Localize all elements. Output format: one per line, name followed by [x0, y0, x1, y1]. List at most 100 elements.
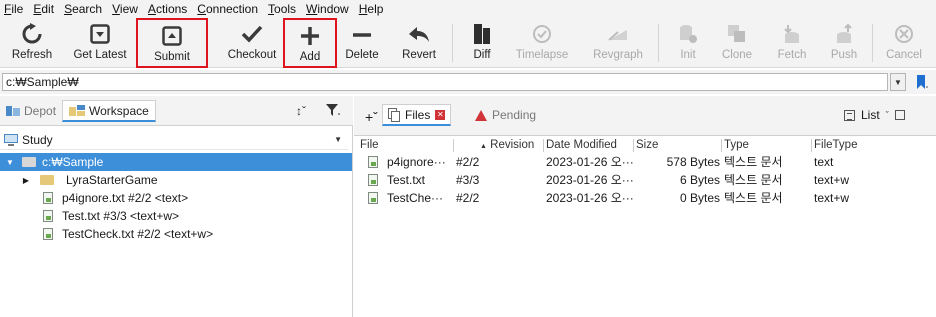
bookmark-icon[interactable] — [916, 75, 928, 89]
tree-file[interactable]: TestCheck.txt #2/2 <text+w> — [0, 225, 352, 243]
expand-arrow-icon[interactable]: ▶ — [20, 176, 32, 185]
tab-depot[interactable]: Depot — [0, 100, 62, 122]
chevron-down-icon: ▼ — [334, 135, 342, 144]
collapse-arrow-icon[interactable]: ▼ — [4, 158, 16, 167]
close-tab-icon[interactable]: ✕ — [435, 109, 446, 120]
clock-icon — [530, 22, 554, 46]
tab-pending[interactable]: Pending — [470, 104, 541, 126]
revgraph-icon — [606, 22, 630, 46]
column-revision[interactable]: ▲ Revision — [454, 139, 544, 152]
folder-icon — [22, 157, 36, 167]
right-panel: +ˇ Files ✕ Pending List ˇ File ▲ Revisio… — [354, 96, 936, 317]
view-mode-button[interactable]: List ˇ — [844, 108, 905, 122]
left-tab-bar: Depot Workspace ↕ˇ — [0, 96, 353, 126]
get-latest-icon — [88, 22, 112, 46]
tree-file[interactable]: Test.txt #3/3 <text+w> — [0, 207, 352, 225]
push-button[interactable]: Push — [822, 18, 866, 68]
path-dropdown-button[interactable]: ▼ — [890, 73, 906, 91]
file-row[interactable]: Test.txt #3/3 2023-01-26 오··· 6 Bytes 텍스… — [358, 171, 936, 188]
menu-edit[interactable]: Edit — [33, 2, 54, 16]
new-tab-button[interactable]: +ˇ — [360, 106, 383, 128]
workspace-icon — [69, 104, 85, 116]
toolbar-separator — [658, 24, 659, 62]
plus-icon — [298, 24, 322, 48]
toolbar: Refresh Get Latest Submit Checkout Add D… — [0, 18, 936, 68]
menu-help[interactable]: Help — [359, 2, 384, 16]
cancel-button[interactable]: Cancel — [878, 18, 930, 68]
toolbar-separator — [452, 24, 453, 62]
sort-icon[interactable]: ↕ˇ — [296, 104, 306, 118]
menu-window[interactable]: Window — [306, 2, 349, 16]
plus-icon: +ˇ — [365, 109, 378, 125]
tab-files[interactable]: Files ✕ — [382, 104, 452, 126]
get-latest-button[interactable]: Get Latest — [66, 18, 134, 68]
checkout-button[interactable]: Checkout — [222, 18, 282, 68]
file-icon — [368, 155, 378, 168]
column-size[interactable]: Size — [634, 139, 722, 152]
right-tab-bar: +ˇ Files ✕ Pending List ˇ — [354, 96, 936, 136]
add-button[interactable]: Add — [283, 18, 337, 68]
revgraph-button[interactable]: Revgraph — [588, 18, 648, 68]
refresh-button[interactable]: Refresh — [4, 18, 60, 68]
column-filetype[interactable]: FileType — [812, 139, 932, 152]
menu-connection[interactable]: Connection — [197, 2, 258, 16]
pending-icon — [475, 109, 487, 121]
revert-arrow-icon — [407, 22, 431, 46]
tree-file[interactable]: p4ignore.txt #2/2 <text> — [0, 189, 352, 207]
path-bar: c:₩Sample₩ ▼ — [0, 70, 936, 94]
timelapse-button[interactable]: Timelapse — [510, 18, 574, 68]
workspace-selector[interactable]: Study ▼ — [0, 130, 348, 150]
init-icon — [676, 22, 700, 46]
diff-button[interactable]: Diff — [462, 18, 502, 68]
refresh-icon — [20, 22, 44, 46]
minus-icon — [350, 22, 374, 46]
toolbar-separator — [872, 24, 873, 62]
file-row[interactable]: p4ignore··· #2/2 2023-01-26 오··· 578 Byt… — [358, 153, 936, 170]
tree-folder[interactable]: ▶ LyraStarterGame — [0, 171, 352, 189]
file-icon — [43, 210, 53, 222]
menu-file[interactable]: File — [4, 2, 23, 16]
chevron-down-icon: ▼ — [894, 77, 902, 87]
column-file[interactable]: File — [358, 139, 454, 152]
push-icon — [832, 22, 856, 46]
chevron-down-icon: ˇ — [885, 110, 889, 120]
column-date-modified[interactable]: Date Modified — [544, 139, 634, 152]
revert-button[interactable]: Revert — [394, 18, 444, 68]
fetch-button[interactable]: Fetch — [770, 18, 814, 68]
init-button[interactable]: Init — [668, 18, 708, 68]
folder-icon — [40, 175, 54, 185]
list-view-icon — [844, 109, 855, 121]
panel-icon — [894, 110, 905, 120]
delete-button[interactable]: Delete — [340, 18, 384, 68]
submit-icon — [160, 24, 184, 48]
fetch-icon — [780, 22, 804, 46]
tab-workspace[interactable]: Workspace — [62, 100, 156, 122]
tree-root[interactable]: ▼ c:₩Sample — [0, 153, 352, 171]
files-icon — [388, 107, 400, 122]
menu-search[interactable]: Search — [64, 2, 102, 16]
checkmark-icon — [240, 22, 264, 46]
computer-icon — [4, 133, 18, 146]
sort-ascending-icon: ▲ — [480, 143, 487, 150]
diff-icon — [470, 22, 494, 46]
submit-button[interactable]: Submit — [136, 18, 208, 68]
file-icon — [368, 173, 378, 186]
workspace-tree: ▼ c:₩Sample ▶ LyraStarterGame p4ignore.t… — [0, 153, 352, 243]
path-input[interactable]: c:₩Sample₩ — [2, 73, 888, 91]
menu-view[interactable]: View — [112, 2, 138, 16]
cancel-icon — [892, 22, 916, 46]
menu-actions[interactable]: Actions — [148, 2, 187, 16]
left-panel: Depot Workspace ↕ˇ Study ▼ ▼ c:₩Sample ▶… — [0, 96, 353, 317]
filter-icon[interactable] — [326, 104, 340, 119]
file-list-header: File ▲ Revision Date Modified Size Type … — [358, 139, 936, 152]
clone-icon — [725, 22, 749, 46]
depot-icon — [6, 106, 20, 116]
column-type[interactable]: Type — [722, 139, 812, 152]
file-icon — [368, 191, 378, 204]
file-icon — [43, 228, 53, 240]
file-icon — [43, 192, 53, 204]
clone-button[interactable]: Clone — [716, 18, 758, 68]
file-row[interactable]: TestChe··· #2/2 2023-01-26 오··· 0 Bytes … — [358, 189, 936, 206]
menu-tools[interactable]: Tools — [268, 2, 296, 16]
menu-bar: File Edit Search View Actions Connection… — [0, 0, 936, 18]
